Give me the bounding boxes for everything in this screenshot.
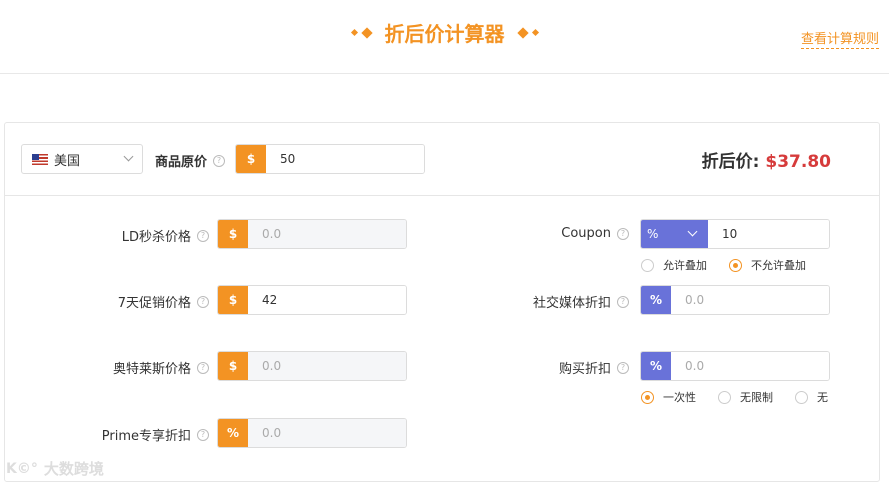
dollar-prefix: $ xyxy=(218,352,248,380)
prime-discount-input[interactable]: 0.0 xyxy=(248,419,406,447)
percent-prefix: % xyxy=(641,286,671,314)
ld-deal-input-group: $ 0.0 xyxy=(217,219,407,249)
help-icon[interactable]: ? xyxy=(213,154,226,167)
seven-day-promo-label-text: 7天促销价格 xyxy=(117,296,191,311)
help-icon[interactable]: ? xyxy=(617,227,629,240)
header: 折后价计算器 查看计算规则 xyxy=(0,0,889,74)
result-value: $37.80 xyxy=(765,152,831,172)
view-rules-link[interactable]: 查看计算规则 xyxy=(800,28,879,49)
help-icon[interactable]: ? xyxy=(197,229,209,242)
outlet-price-input[interactable]: 0.0 xyxy=(248,352,406,380)
radio-no-stack[interactable]: 不允许叠加 xyxy=(729,257,806,273)
outlet-price-label-text: 奥特莱斯价格 xyxy=(112,362,191,377)
original-price-input-group: $ 50 xyxy=(235,144,425,174)
purchase-discount-input-group: % 0.0 xyxy=(640,351,830,381)
radio-label: 无 xyxy=(817,391,828,404)
help-icon[interactable]: ? xyxy=(197,428,209,441)
radio-label: 无限制 xyxy=(740,391,773,404)
radio-circle-selected xyxy=(729,258,742,272)
radio-none[interactable]: 无 xyxy=(795,389,828,405)
chevron-down-icon xyxy=(123,151,134,162)
purchase-discount-label: 购买折扣 ? xyxy=(559,358,629,377)
social-media-discount-label-text: 社交媒体折扣 xyxy=(532,296,611,311)
original-price-input[interactable]: 50 xyxy=(266,145,424,173)
dollar-prefix: $ xyxy=(218,286,248,314)
ld-deal-label-text: LD秒杀价格 xyxy=(121,230,191,245)
seven-day-promo-input-group: $ 42 xyxy=(217,285,407,315)
radio-label: 允许叠加 xyxy=(663,259,707,272)
radio-allow-stack[interactable]: 允许叠加 xyxy=(641,257,707,273)
coupon-type-select[interactable]: % xyxy=(641,220,708,248)
dollar-prefix: $ xyxy=(236,145,266,173)
original-price-label: 商品原价 ? xyxy=(155,151,226,170)
ld-deal-label: LD秒杀价格 ? xyxy=(122,226,209,245)
coupon-type-value: % xyxy=(647,227,659,241)
percent-prefix: % xyxy=(641,352,671,380)
country-value: 美国 xyxy=(54,153,81,169)
diamond-decoration-icon xyxy=(350,26,373,39)
social-media-discount-label: 社交媒体折扣 ? xyxy=(533,292,629,311)
dollar-prefix: $ xyxy=(218,220,248,248)
page-title: 折后价计算器 xyxy=(350,18,539,47)
original-price-label-text: 商品原价 xyxy=(155,155,208,170)
seven-day-promo-label: 7天促销价格 ? xyxy=(118,292,209,311)
coupon-label: Coupon ? xyxy=(561,226,629,241)
top-row: 美国 商品原价 ? $ 50 折后价: $37.80 xyxy=(5,123,879,196)
radio-circle xyxy=(641,258,654,272)
coupon-input-group: % 10 xyxy=(640,219,830,249)
radio-one-time[interactable]: 一次性 xyxy=(641,389,696,405)
coupon-label-text: Coupon xyxy=(561,226,611,241)
prime-discount-label-text: Prime专享折扣 xyxy=(101,429,191,444)
help-icon[interactable]: ? xyxy=(197,361,209,374)
ld-deal-input[interactable]: 0.0 xyxy=(248,220,406,248)
social-media-input-group: % 0.0 xyxy=(640,285,830,315)
help-icon[interactable]: ? xyxy=(197,295,209,308)
result-label: 折后价: xyxy=(701,152,760,172)
diamond-decoration-icon xyxy=(516,26,539,39)
purchase-discount-input[interactable]: 0.0 xyxy=(671,352,829,380)
radio-circle xyxy=(795,390,808,404)
seven-day-promo-input[interactable]: 42 xyxy=(248,286,406,314)
coupon-stack-radio-group: 允许叠加 不允许叠加 xyxy=(641,257,806,273)
purchase-type-radio-group: 一次性 无限制 无 xyxy=(641,389,828,405)
prime-discount-label: Prime专享折扣 ? xyxy=(102,425,209,444)
watermark-text: 大数跨境 xyxy=(43,460,104,478)
radio-label: 不允许叠加 xyxy=(751,259,806,272)
radio-circle-selected xyxy=(641,390,654,404)
chevron-down-icon xyxy=(687,226,698,237)
watermark-logo: K©° xyxy=(6,460,38,477)
outlet-price-input-group: $ 0.0 xyxy=(217,351,407,381)
help-icon[interactable]: ? xyxy=(617,361,629,374)
radio-circle xyxy=(718,390,731,404)
percent-prefix: % xyxy=(218,419,248,447)
coupon-value-input[interactable]: 10 xyxy=(708,220,829,248)
purchase-discount-label-text: 购买折扣 xyxy=(558,362,611,377)
result-price: 折后价: $37.80 xyxy=(702,147,831,172)
radio-label: 一次性 xyxy=(663,391,696,404)
page-title-text: 折后价计算器 xyxy=(384,22,505,46)
watermark: K©° 大数跨境 xyxy=(6,458,104,479)
calculator-card: 美国 商品原价 ? $ 50 折后价: $37.80 LD秒杀价格 ? $ 0.… xyxy=(4,122,880,482)
prime-discount-input-group: % 0.0 xyxy=(217,418,407,448)
radio-unlimited[interactable]: 无限制 xyxy=(718,389,773,405)
outlet-price-label: 奥特莱斯价格 ? xyxy=(113,358,209,377)
social-media-discount-input[interactable]: 0.0 xyxy=(671,286,829,314)
help-icon[interactable]: ? xyxy=(617,295,629,308)
country-select[interactable]: 美国 xyxy=(21,144,143,174)
us-flag-icon xyxy=(32,153,48,165)
